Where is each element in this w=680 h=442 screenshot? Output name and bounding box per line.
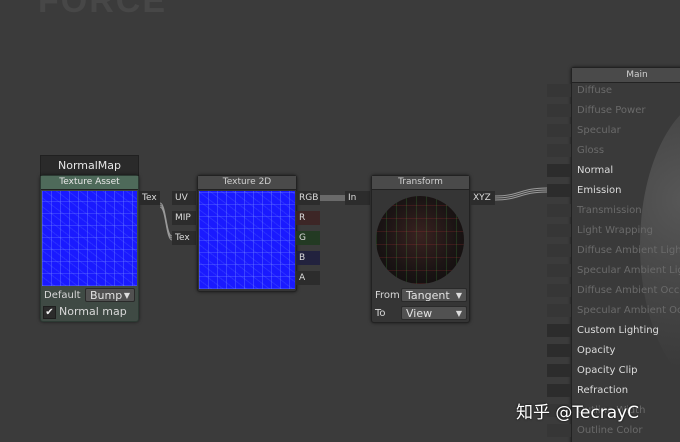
main-input-port[interactable]: [547, 424, 571, 437]
main-input-label: Normal: [577, 165, 614, 176]
chevron-down-icon: ▼: [123, 291, 130, 300]
main-input-port[interactable]: [547, 124, 571, 137]
normal-map-checkbox[interactable]: ✔: [43, 306, 56, 319]
transform-node[interactable]: Transform From Tangent ▼ To View ▼: [371, 175, 470, 323]
normal-map-label: Normal map: [59, 305, 127, 318]
main-input-port[interactable]: [547, 364, 571, 377]
main-input-label: Specular: [577, 125, 621, 136]
main-input-label: Diffuse: [577, 85, 613, 96]
input-port-in[interactable]: In: [345, 191, 370, 205]
chevron-down-icon: ▼: [455, 291, 462, 300]
main-input-label: Diffuse Ambient Occlusion: [577, 285, 680, 296]
wire-xyz-to-normal: [494, 187, 548, 201]
output-port-r[interactable]: R: [296, 211, 320, 225]
watermark: 知乎 @TecrayC: [516, 403, 640, 423]
main-input-port[interactable]: [547, 384, 571, 397]
to-dropdown-value: View: [406, 307, 433, 320]
input-port-uv[interactable]: UV: [172, 191, 196, 205]
main-input-label: Refraction: [577, 385, 629, 396]
main-input-port[interactable]: [547, 144, 571, 157]
input-port-tex[interactable]: Tex: [172, 231, 196, 245]
output-port-rgb[interactable]: RGB: [296, 191, 320, 205]
default-dropdown[interactable]: Bump ▼: [85, 288, 135, 302]
texture2d-header[interactable]: Texture 2D: [198, 176, 296, 190]
output-port-b[interactable]: B: [296, 251, 320, 265]
transform-header[interactable]: Transform: [372, 176, 469, 190]
main-input-label: Transmission: [577, 205, 642, 216]
main-input-port[interactable]: [547, 304, 571, 317]
main-input-port[interactable]: [547, 104, 571, 117]
main-input-label: Emission: [577, 185, 622, 196]
main-input-label: Diffuse Power: [577, 105, 646, 116]
default-label: Default: [44, 290, 81, 301]
main-input-port[interactable]: [547, 324, 571, 337]
main-input-port[interactable]: [547, 344, 571, 357]
main-input-port[interactable]: [547, 204, 571, 217]
main-input-label: Specular Ambient Light: [577, 265, 680, 276]
texture2d-preview: [199, 191, 295, 289]
main-header[interactable]: Main: [572, 68, 680, 83]
main-input-port[interactable]: [547, 184, 571, 197]
default-dropdown-value: Bump: [90, 289, 123, 302]
main-input-port[interactable]: [547, 164, 571, 177]
output-port-xyz[interactable]: XYZ: [470, 191, 495, 205]
main-input-label: Gloss: [577, 145, 605, 156]
wire-tex-to-tex: [159, 202, 173, 241]
texture-asset-preview: [42, 191, 137, 286]
from-dropdown-value: Tangent: [406, 289, 450, 302]
texture-asset-node[interactable]: Texture Asset Default Bump ▼ ✔ Normal ma…: [40, 175, 139, 322]
from-label: From: [375, 290, 400, 301]
input-port-mip[interactable]: MIP: [172, 211, 196, 225]
main-input-label: Opacity: [577, 345, 616, 356]
main-input-port[interactable]: [547, 84, 571, 97]
main-input-port[interactable]: [547, 224, 571, 237]
output-port-g[interactable]: G: [296, 231, 320, 245]
normalmap-title[interactable]: NormalMap: [40, 155, 139, 176]
texture2d-node[interactable]: Texture 2D: [197, 175, 297, 292]
main-input-label: Diffuse Ambient Light: [577, 245, 680, 256]
main-input-label: Opacity Clip: [577, 365, 638, 376]
main-input-port[interactable]: [547, 244, 571, 257]
transform-preview: [376, 196, 464, 284]
main-input-label: Custom Lighting: [577, 325, 659, 336]
output-port-tex[interactable]: Tex: [139, 191, 160, 205]
wire-rgb-to-in: [320, 195, 345, 201]
main-input-port[interactable]: [547, 264, 571, 277]
texture-asset-header[interactable]: Texture Asset: [41, 176, 138, 190]
main-input-label: Light Wrapping: [577, 225, 653, 236]
main-input-port[interactable]: [547, 284, 571, 297]
to-label: To: [375, 308, 386, 319]
shader-graph-canvas[interactable]: FORCE NormalMap Texture Asset Default Bu…: [0, 0, 680, 442]
main-input-label: Specular Ambient Occlusion: [577, 305, 680, 316]
to-dropdown[interactable]: View ▼: [401, 306, 467, 320]
main-input-label: Outline Color: [577, 425, 643, 436]
output-port-a[interactable]: A: [296, 271, 320, 285]
chevron-down-icon: ▼: [455, 309, 462, 318]
from-dropdown[interactable]: Tangent ▼: [401, 288, 467, 302]
